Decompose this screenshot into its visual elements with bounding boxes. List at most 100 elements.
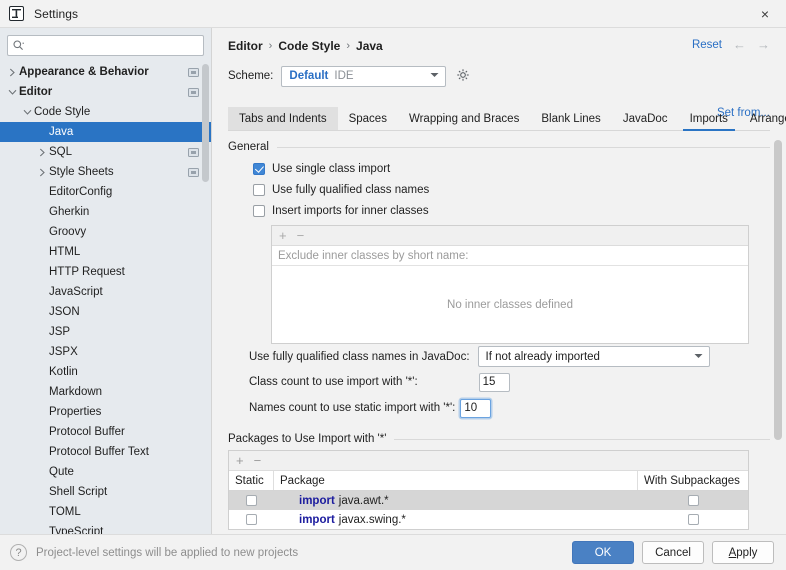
settings-sidebar: Appearance & Behavior Editor Code Style Jav…	[0, 28, 212, 534]
breadcrumb-item[interactable]: Code Style	[278, 39, 340, 53]
sidebar-item-editorconfig[interactable]: EditorConfig	[0, 182, 211, 202]
scheme-select[interactable]: Default IDE	[281, 65, 447, 87]
search-box[interactable]	[7, 35, 204, 56]
plus-icon[interactable]: +	[236, 454, 244, 467]
reset-link[interactable]: Reset	[692, 39, 722, 51]
sidebar-item-label: Style Sheets	[49, 166, 114, 178]
tab-javadoc[interactable]: JavaDoc	[612, 107, 679, 130]
static-checkbox[interactable]	[246, 514, 257, 525]
cell-with-subpackages[interactable]	[638, 491, 748, 510]
table-row[interactable]: import java.awt.*	[229, 491, 748, 510]
scheme-value: Default	[289, 70, 329, 82]
breadcrumb-separator: ›	[268, 40, 273, 52]
checkbox-row[interactable]: Insert imports for inner classes	[228, 200, 770, 221]
javadoc-fqn-select[interactable]: If not already imported	[477, 346, 710, 367]
apply-button[interactable]: Apply	[712, 541, 774, 564]
class-count-input[interactable]	[478, 372, 510, 392]
close-icon[interactable]: ×	[756, 5, 774, 23]
cell-static[interactable]	[229, 491, 274, 510]
sidebar-item-markdown[interactable]: Markdown	[0, 382, 211, 402]
sidebar-item-javascript[interactable]: JavaScript	[0, 282, 211, 302]
checkbox-row[interactable]: Use single class import	[228, 158, 770, 179]
search-input[interactable]	[27, 39, 198, 52]
sidebar-item-protocol-buffer[interactable]: Protocol Buffer	[0, 422, 211, 442]
sidebar-item-label: TypeScript	[49, 526, 104, 534]
cell-package[interactable]: import java.awt.*	[274, 491, 638, 510]
column-header-static[interactable]: Static	[229, 471, 274, 490]
tab-imports[interactable]: Imports	[679, 107, 739, 131]
cell-with-subpackages[interactable]	[638, 510, 748, 529]
cell-static[interactable]	[229, 510, 274, 529]
sidebar-item-json[interactable]: JSON	[0, 302, 211, 322]
tab-wrapping-and-braces[interactable]: Wrapping and Braces	[398, 107, 530, 130]
sidebar-item-groovy[interactable]: Groovy	[0, 222, 211, 242]
chevron-down-icon[interactable]	[6, 89, 19, 96]
checkbox-use-fully-qualified-class-names[interactable]	[253, 183, 265, 196]
with-subpackages-checkbox[interactable]	[687, 514, 699, 525]
with-subpackages-checkbox[interactable]	[687, 495, 699, 506]
header-actions: Reset ← →	[692, 38, 770, 51]
table-row[interactable]: import javax.swing.*	[229, 510, 748, 529]
ok-button[interactable]: OK	[572, 541, 634, 564]
sidebar-item-protocol-buffer-text[interactable]: Protocol Buffer Text	[0, 442, 211, 462]
arrow-left-icon[interactable]: ←	[733, 38, 746, 51]
column-header-package[interactable]: Package	[274, 471, 638, 490]
sidebar-item-http-request[interactable]: HTTP Request	[0, 262, 211, 282]
tab-arrangement[interactable]: Arrangement	[739, 107, 786, 130]
sidebar-item-code-style[interactable]: Code Style	[0, 102, 211, 122]
sidebar-item-toml[interactable]: TOML	[0, 502, 211, 522]
checkbox-row[interactable]: Use fully qualified class names	[228, 179, 770, 200]
main-scrollbar[interactable]	[774, 140, 783, 530]
minus-icon[interactable]: −	[297, 229, 305, 242]
cell-package[interactable]: import javax.swing.*	[274, 510, 638, 529]
breadcrumb-item[interactable]: Java	[356, 39, 383, 53]
static-checkbox[interactable]	[246, 495, 257, 506]
sidebar-item-qute[interactable]: Qute	[0, 462, 211, 482]
chevron-right-icon[interactable]	[36, 148, 49, 157]
chevron-right-icon[interactable]	[6, 68, 19, 77]
sidebar-item-label: Protocol Buffer Text	[49, 446, 149, 458]
chevron-right-icon[interactable]	[36, 168, 49, 177]
general-section-title: General	[228, 141, 269, 153]
sidebar-item-java[interactable]: Java	[0, 122, 211, 142]
names-count-input[interactable]	[460, 398, 492, 418]
title-bar: Settings ×	[0, 0, 786, 28]
sidebar-item-appearance-behavior[interactable]: Appearance & Behavior	[0, 62, 211, 82]
checkbox-use-single-class-import[interactable]	[253, 162, 265, 175]
plus-icon[interactable]: +	[279, 229, 287, 242]
sidebar-item-html[interactable]: HTML	[0, 242, 211, 262]
question-mark-icon[interactable]: ?	[10, 544, 27, 561]
sidebar-item-typescript[interactable]: TypeScript	[0, 522, 211, 534]
sidebar-item-properties[interactable]: Properties	[0, 402, 211, 422]
column-header-with-subpackages[interactable]: With Subpackages	[638, 471, 748, 490]
inner-classes-toolbar: + −	[272, 226, 748, 246]
tab-spaces[interactable]: Spaces	[338, 107, 398, 130]
module-badge-icon	[188, 167, 199, 177]
chevron-down-icon[interactable]	[21, 109, 34, 116]
packages-section: Packages to Use Import with '*' + − Stat…	[228, 433, 770, 530]
sidebar-scrollbar[interactable]	[202, 62, 210, 534]
sidebar-item-jspx[interactable]: JSPX	[0, 342, 211, 362]
sidebar-item-style-sheets[interactable]: Style Sheets	[0, 162, 211, 182]
checkbox-insert-imports-for-inner-classes[interactable]	[253, 204, 265, 217]
tab-label: Arrangement	[749, 112, 786, 125]
sidebar-item-sql[interactable]: SQL	[0, 142, 211, 162]
sidebar-item-editor[interactable]: Editor	[0, 82, 211, 102]
scheme-settings-button[interactable]	[456, 68, 470, 85]
tab-blank-lines[interactable]: Blank Lines	[530, 107, 611, 130]
breadcrumb-item[interactable]: Editor	[228, 39, 263, 53]
cancel-button[interactable]: Cancel	[642, 541, 704, 564]
main-scrollbar-thumb[interactable]	[774, 140, 782, 440]
sidebar-item-kotlin[interactable]: Kotlin	[0, 362, 211, 382]
sidebar-item-label: Kotlin	[49, 366, 78, 378]
sidebar-item-gherkin[interactable]: Gherkin	[0, 202, 211, 222]
minus-icon[interactable]: −	[254, 454, 262, 467]
module-badge-icon	[188, 147, 199, 157]
sidebar-item-jsp[interactable]: JSP	[0, 322, 211, 342]
sidebar-scrollbar-thumb[interactable]	[202, 64, 209, 182]
settings-tree[interactable]: Appearance & Behavior Editor Code Style Jav…	[0, 62, 211, 534]
tab-tabs-and-indents[interactable]: Tabs and Indents	[228, 107, 338, 130]
names-count-label: Names count to use static import with '*…	[249, 402, 456, 414]
arrow-right-icon[interactable]: →	[757, 38, 770, 51]
sidebar-item-shell-script[interactable]: Shell Script	[0, 482, 211, 502]
